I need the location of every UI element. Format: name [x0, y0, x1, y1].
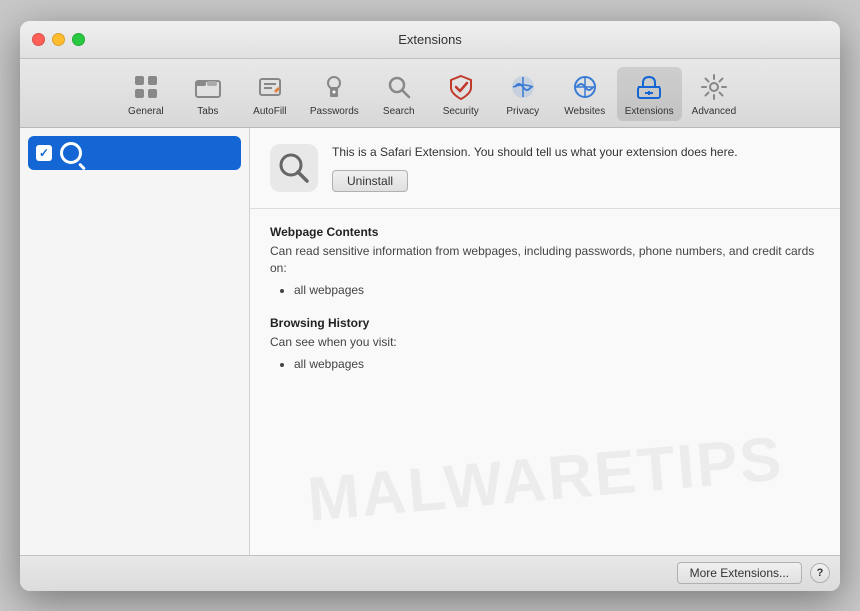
checkmark-icon: ✓ [39, 146, 49, 160]
permission-webpage-item: all webpages [294, 281, 820, 300]
websites-label: Websites [564, 106, 605, 117]
permission-history-desc: Can see when you visit: [270, 334, 820, 351]
window-controls [32, 33, 85, 46]
toolbar-item-extensions[interactable]: Extensions [617, 67, 682, 121]
security-label: Security [443, 106, 479, 117]
autofill-icon [254, 71, 286, 103]
search-icon [383, 71, 415, 103]
toolbar-item-general[interactable]: General [116, 67, 176, 121]
help-button[interactable]: ? [810, 563, 830, 583]
footer: More Extensions... ? [20, 555, 840, 591]
security-icon [445, 71, 477, 103]
watermark-text: MALWARETIPS [304, 423, 785, 535]
extension-icon [270, 144, 318, 192]
watermark: MALWARETIPS [250, 444, 840, 515]
permission-history-item: all webpages [294, 355, 820, 374]
privacy-icon [507, 71, 539, 103]
general-icon [130, 71, 162, 103]
permission-webpage-title: Webpage Contents [270, 225, 820, 239]
toolbar-item-autofill[interactable]: AutoFill [240, 67, 300, 121]
advanced-icon [698, 71, 730, 103]
toolbar-item-search[interactable]: Search [369, 67, 429, 121]
close-button[interactable] [32, 33, 45, 46]
toolbar-icons: General Tabs [116, 67, 744, 121]
passwords-icon [318, 71, 350, 103]
permission-webpage-contents: Webpage Contents Can read sensitive info… [270, 225, 820, 300]
passwords-label: Passwords [310, 106, 359, 117]
permission-history-title: Browsing History [270, 316, 820, 330]
toolbar: General Tabs [20, 59, 840, 128]
toolbar-item-security[interactable]: Security [431, 67, 491, 121]
extension-header: This is a Safari Extension. You should t… [250, 128, 840, 210]
toolbar-item-websites[interactable]: Websites [555, 67, 615, 121]
permission-webpage-desc: Can read sensitive information from webp… [270, 243, 820, 277]
advanced-label: Advanced [692, 106, 736, 117]
sidebar-item-search-ext[interactable]: ✓ [28, 136, 241, 170]
extensions-icon [633, 71, 665, 103]
minimize-button[interactable] [52, 33, 65, 46]
extension-description: This is a Safari Extension. You should t… [332, 144, 820, 161]
permission-browsing-history: Browsing History Can see when you visit:… [270, 316, 820, 374]
general-label: General [128, 106, 164, 117]
titlebar: Extensions [20, 21, 840, 59]
uninstall-button[interactable]: Uninstall [332, 170, 408, 192]
extension-search-icon [60, 142, 82, 164]
permission-webpage-list: all webpages [270, 281, 820, 300]
more-extensions-button[interactable]: More Extensions... [677, 562, 802, 584]
toolbar-item-tabs[interactable]: Tabs [178, 67, 238, 121]
sidebar: ✓ [20, 128, 250, 555]
extension-checkbox[interactable]: ✓ [36, 145, 52, 161]
permissions-section: Webpage Contents Can read sensitive info… [250, 209, 840, 406]
autofill-label: AutoFill [253, 106, 286, 117]
tabs-icon [192, 71, 224, 103]
tabs-label: Tabs [197, 106, 218, 117]
toolbar-item-passwords[interactable]: Passwords [302, 67, 367, 121]
websites-icon [569, 71, 601, 103]
extension-info: This is a Safari Extension. You should t… [332, 144, 820, 193]
permission-history-list: all webpages [270, 355, 820, 374]
toolbar-item-advanced[interactable]: Advanced [684, 67, 744, 121]
privacy-label: Privacy [506, 106, 539, 117]
main-window: Extensions General [20, 21, 840, 591]
search-label: Search [383, 106, 415, 117]
main-panel: MALWARETIPS This is a Safari Extension. … [250, 128, 840, 555]
extensions-label: Extensions [625, 106, 674, 117]
content-area: ✓ MALWARETIPS This is a Safar [20, 128, 840, 555]
window-title: Extensions [398, 32, 462, 47]
maximize-button[interactable] [72, 33, 85, 46]
toolbar-item-privacy[interactable]: Privacy [493, 67, 553, 121]
